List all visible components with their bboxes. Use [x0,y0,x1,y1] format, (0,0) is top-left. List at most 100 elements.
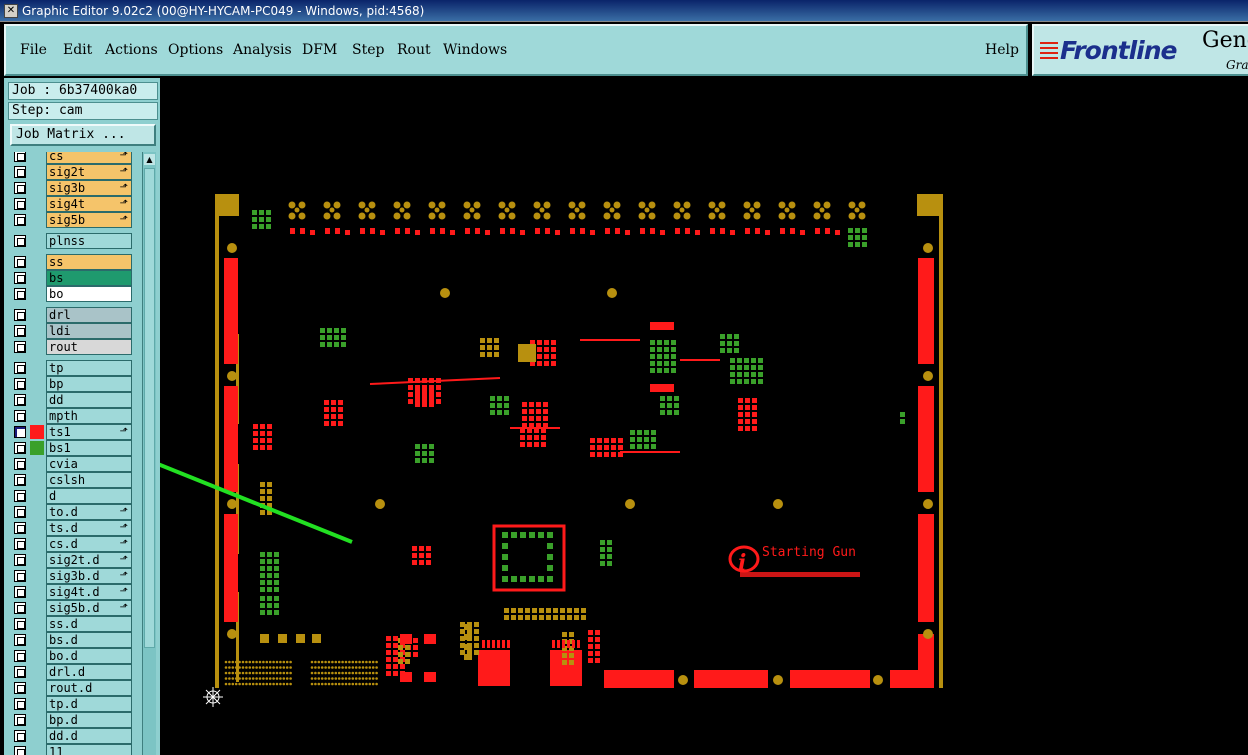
layer-name[interactable]: rout [46,339,132,355]
layer-name[interactable]: sig2t ⬏ [46,164,132,180]
layer-name[interactable]: tp [46,360,132,376]
layer-row[interactable]: bs [8,270,134,286]
layer-row[interactable]: sig2t.d ⬏ [8,552,134,568]
layer-checkbox[interactable] [14,490,26,502]
layer-name[interactable]: bo [46,286,132,302]
layer-row[interactable]: sig2t ⬏ [8,164,134,180]
layer-checkbox[interactable] [14,182,26,194]
layer-name[interactable]: sig3b ⬏ [46,180,132,196]
layer-checkbox[interactable] [14,714,26,726]
layer-row[interactable]: 11 [8,744,134,755]
layer-row[interactable]: bp [8,376,134,392]
layer-checkbox[interactable] [14,618,26,630]
layer-checkbox[interactable] [14,309,26,321]
scroll-thumb[interactable] [144,168,155,648]
layer-checkbox[interactable] [14,730,26,742]
layer-row[interactable]: cs ⬏ [8,152,134,164]
layer-checkbox[interactable] [14,554,26,566]
menu-analysis[interactable]: Analysis [233,42,292,58]
layer-checkbox[interactable] [14,570,26,582]
layer-name[interactable]: bs.d [46,632,132,648]
layer-row[interactable]: ldi [8,323,134,339]
layer-checkbox[interactable] [14,214,26,226]
layer-name[interactable]: bp.d [46,712,132,728]
layer-row[interactable]: bp.d [8,712,134,728]
layer-row[interactable]: ss [8,254,134,270]
layer-row[interactable]: bo [8,286,134,302]
layer-checkbox[interactable] [14,666,26,678]
layer-checkbox[interactable] [14,426,26,438]
menu-step[interactable]: Step [352,42,384,58]
layer-name[interactable]: sig4t ⬏ [46,196,132,212]
layer-checkbox[interactable] [14,442,26,454]
layer-row[interactable]: tp.d [8,696,134,712]
layer-checkbox[interactable] [14,198,26,210]
layer-name[interactable]: bp [46,376,132,392]
layer-row[interactable]: cvia [8,456,134,472]
layer-name[interactable]: ss.d [46,616,132,632]
layer-checkbox[interactable] [14,586,26,598]
layer-row[interactable]: sig4t.d ⬏ [8,584,134,600]
layer-scrollbar[interactable]: ▲ [142,152,156,755]
layer-name[interactable]: ts.d ⬏ [46,520,132,536]
layer-row[interactable]: tp [8,360,134,376]
layer-row[interactable]: dd [8,392,134,408]
layer-name[interactable]: drl.d [46,664,132,680]
menu-windows[interactable]: Windows [443,42,507,58]
layer-name[interactable]: sig2t.d ⬏ [46,552,132,568]
layer-row[interactable]: to.d ⬏ [8,504,134,520]
layer-checkbox[interactable] [14,506,26,518]
layer-row[interactable]: sig5b ⬏ [8,212,134,228]
layer-row[interactable]: mpth [8,408,134,424]
layer-name[interactable]: bo.d [46,648,132,664]
layer-row[interactable]: sig4t ⬏ [8,196,134,212]
layer-name[interactable]: sig3b.d ⬏ [46,568,132,584]
layer-name[interactable]: bs1 [46,440,132,456]
layer-checkbox[interactable] [14,698,26,710]
scroll-up-icon[interactable]: ▲ [144,154,155,165]
layer-checkbox[interactable] [14,325,26,337]
layer-name[interactable]: cvia [46,456,132,472]
layer-name[interactable]: bs [46,270,132,286]
layer-row[interactable]: sig3b.d ⬏ [8,568,134,584]
layer-row[interactable]: rout.d [8,680,134,696]
layer-checkbox[interactable] [14,288,26,300]
layer-checkbox[interactable] [14,682,26,694]
layer-name[interactable]: 11 [46,744,132,755]
layer-checkbox[interactable] [14,634,26,646]
layer-row[interactable]: bs1 [8,440,134,456]
layer-name[interactable]: cslsh [46,472,132,488]
menu-rout[interactable]: Rout [397,42,431,58]
layer-row[interactable]: sig3b ⬏ [8,180,134,196]
menu-file[interactable]: File [20,42,47,58]
menu-dfm[interactable]: DFM [302,42,337,58]
layer-name[interactable]: drl [46,307,132,323]
layer-row[interactable]: cslsh [8,472,134,488]
layer-name[interactable]: sig5b.d ⬏ [46,600,132,616]
menu-help[interactable]: Help [985,42,1019,58]
layer-checkbox[interactable] [14,538,26,550]
layer-row[interactable]: ts1 ⬏ [8,424,134,440]
layer-row[interactable]: sig5b.d ⬏ [8,600,134,616]
layer-checkbox[interactable] [14,410,26,422]
layer-name[interactable]: dd.d [46,728,132,744]
layer-checkbox[interactable] [14,362,26,374]
layer-row[interactable]: ts.d ⬏ [8,520,134,536]
menu-options[interactable]: Options [168,42,223,58]
layer-name[interactable]: ldi [46,323,132,339]
layer-row[interactable]: plnss [8,233,134,249]
layer-color-swatch[interactable] [30,441,44,455]
layer-name[interactable]: sig4t.d ⬏ [46,584,132,600]
graphic-canvas[interactable]: i Starting Gun [160,78,1248,755]
layer-name[interactable]: ss [46,254,132,270]
layer-name[interactable]: d [46,488,132,504]
layer-name[interactable]: sig5b ⬏ [46,212,132,228]
layer-name[interactable]: cs.d ⬏ [46,536,132,552]
layer-color-swatch[interactable] [30,425,44,439]
layer-name[interactable]: dd [46,392,132,408]
job-matrix-button[interactable]: Job Matrix ... [10,124,156,146]
layer-checkbox[interactable] [14,458,26,470]
layer-checkbox[interactable] [14,602,26,614]
layer-checkbox[interactable] [14,272,26,284]
layer-name[interactable]: mpth [46,408,132,424]
